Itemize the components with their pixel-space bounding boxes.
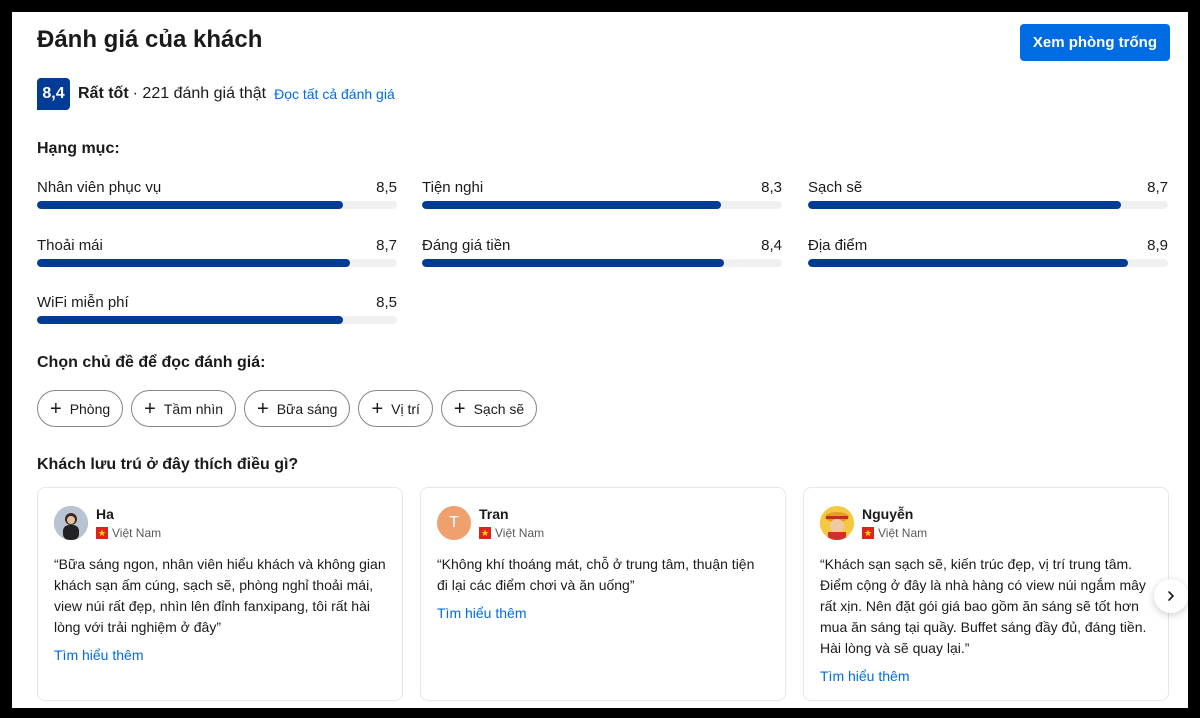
- category-location: Địa điểm 8,9: [808, 237, 1168, 267]
- avatar: [54, 506, 88, 540]
- category-staff: Nhân viên phục vụ 8,5: [37, 179, 397, 209]
- chip-label: Tầm nhìn: [163, 400, 223, 417]
- plus-icon: +: [50, 397, 62, 420]
- vietnam-flag-icon: ★: [862, 527, 874, 539]
- category-label: Sạch sẽ: [808, 179, 863, 196]
- chevron-right-icon: [1168, 591, 1174, 601]
- reviewer-name: Nguyễn: [862, 506, 914, 522]
- category-facilities: Tiện nghi 8,3: [422, 179, 782, 209]
- topic-chip-view[interactable]: + Tầm nhìn: [131, 390, 236, 427]
- page-title: Đánh giá của khách: [37, 26, 263, 53]
- category-bar: [37, 201, 397, 209]
- read-all-reviews-link[interactable]: Đọc tất cả đánh giá: [274, 86, 395, 102]
- plus-icon: +: [453, 397, 466, 420]
- review-quote: “Không khí thoáng mát, chỗ ở trung tâm, …: [437, 556, 755, 593]
- review-quote: “Bữa sáng ngon, nhân viên hiểu khách và …: [54, 556, 386, 635]
- category-label: WiFi miễn phí: [37, 294, 129, 311]
- category-bar-fill: [37, 201, 343, 209]
- category-bar: [808, 201, 1168, 209]
- vietnam-flag-icon: ★: [479, 527, 491, 539]
- category-comfort: Thoải mái 8,7: [37, 237, 397, 267]
- category-score: 8,7: [376, 237, 397, 254]
- reviews-panel: Đánh giá của khách Xem phòng trống 8,4 R…: [12, 12, 1188, 708]
- chip-label: Phòng: [69, 400, 111, 417]
- country-label: Việt Nam: [878, 526, 928, 540]
- category-label: Địa điểm: [808, 237, 868, 254]
- category-bar-fill: [37, 316, 343, 324]
- category-value: Đáng giá tiền 8,4: [422, 237, 782, 267]
- vietnam-flag-icon: ★: [96, 527, 108, 539]
- plus-icon: +: [144, 397, 156, 420]
- categories-title: Hạng mục:: [37, 140, 120, 157]
- reviewer-country: ★ Việt Nam: [479, 526, 544, 540]
- score-badge: 8,4: [37, 78, 70, 110]
- category-wifi: WiFi miễn phí 8,5: [37, 294, 397, 324]
- carousel-next-button[interactable]: [1154, 579, 1188, 613]
- category-bar: [808, 259, 1168, 267]
- category-score: 8,9: [1147, 237, 1168, 254]
- category-bar-fill: [422, 259, 725, 267]
- chip-label: Bữa sáng: [276, 400, 338, 417]
- read-more-link[interactable]: Tìm hiểu thêm: [54, 647, 386, 663]
- score-word: Rất tốt: [78, 85, 129, 102]
- topic-chip-location[interactable]: + Vị trí: [358, 390, 433, 427]
- reviewer-country: ★ Việt Nam: [862, 526, 927, 540]
- avatar: [820, 506, 854, 540]
- category-score: 8,7: [1147, 179, 1168, 196]
- category-label: Nhân viên phục vụ: [37, 179, 162, 196]
- category-cleanliness: Sạch sẽ 8,7: [808, 179, 1168, 209]
- category-score: 8,3: [761, 179, 782, 196]
- overall-score-row: 8,4 Rất tốt · 221 đánh giá thật Đọc tất …: [37, 78, 395, 110]
- review-card: Ha ★ Việt Nam “Bữa sáng ngon, nhân viên …: [37, 487, 403, 701]
- category-bar: [422, 259, 782, 267]
- category-bar: [37, 316, 397, 324]
- country-label: Việt Nam: [495, 526, 545, 540]
- category-bar: [37, 259, 397, 267]
- category-label: Thoải mái: [37, 237, 103, 254]
- read-more-link[interactable]: Tìm hiểu thêm: [820, 668, 1152, 684]
- review-carousel: Ha ★ Việt Nam “Bữa sáng ngon, nhân viên …: [37, 487, 1169, 701]
- avatar: T: [437, 506, 471, 540]
- plus-icon: +: [257, 397, 269, 420]
- country-label: Việt Nam: [112, 526, 162, 540]
- review-card: Nguyễn ★ Việt Nam “Khách sạn sạch sẽ, ki…: [803, 487, 1169, 701]
- category-score: 8,5: [376, 179, 397, 196]
- reviewer-name: Ha: [96, 506, 114, 522]
- category-bar-fill: [808, 201, 1122, 209]
- topic-chip-breakfast[interactable]: + Bữa sáng: [244, 390, 351, 427]
- topic-chips: + Phòng + Tầm nhìn + Bữa sáng + Vị trí +…: [37, 390, 538, 427]
- reviewer-name: Tran: [479, 506, 509, 522]
- read-more-link[interactable]: Tìm hiểu thêm: [437, 605, 769, 621]
- category-bar-fill: [37, 259, 351, 267]
- topics-title: Chọn chủ đề để đọc đánh giá:: [37, 354, 266, 371]
- category-label: Đáng giá tiền: [422, 237, 511, 254]
- chip-label: Sạch sẽ: [473, 400, 525, 417]
- category-score: 8,5: [376, 294, 397, 311]
- review-quote: “Khách sạn sạch sẽ, kiến trúc đẹp, vị tr…: [820, 556, 1147, 656]
- see-availability-button[interactable]: Xem phòng trống: [1019, 24, 1170, 61]
- category-label: Tiện nghi: [422, 179, 484, 196]
- topic-chip-cleanliness[interactable]: + Sạch sẽ: [440, 390, 538, 427]
- plus-icon: +: [371, 397, 384, 420]
- liked-title: Khách lưu trú ở đây thích điều gì?: [37, 456, 299, 473]
- category-bar-fill: [422, 201, 721, 209]
- topic-chip-room[interactable]: + Phòng: [37, 390, 124, 427]
- category-bar: [422, 201, 782, 209]
- category-score: 8,4: [761, 237, 782, 254]
- review-count: · 221 đánh giá thật: [132, 85, 267, 102]
- avatar-initial: T: [449, 514, 459, 531]
- reviewer-country: ★ Việt Nam: [96, 526, 161, 540]
- review-card: T Tran ★ Việt Nam “Không khí thoáng mát,…: [420, 487, 786, 701]
- category-bar-fill: [808, 259, 1129, 267]
- chip-label: Vị trí: [391, 400, 420, 417]
